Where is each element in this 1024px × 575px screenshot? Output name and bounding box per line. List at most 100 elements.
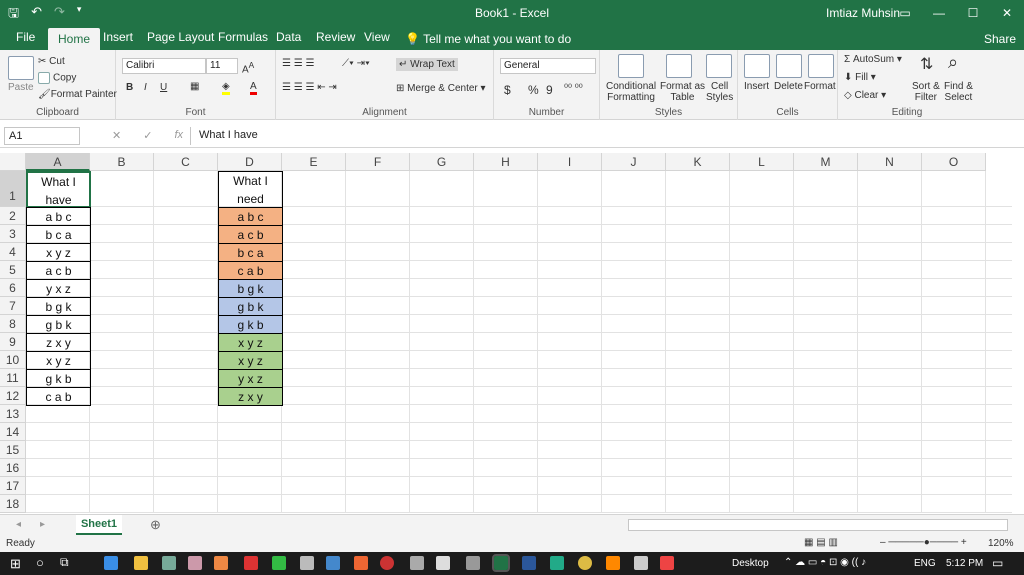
delete-cells-icon[interactable] xyxy=(776,54,802,78)
row-header[interactable]: 8 xyxy=(0,315,26,333)
cell-d6[interactable]: b g k xyxy=(218,279,283,298)
column-header[interactable]: G xyxy=(410,153,474,171)
cell-a12[interactable]: c a b xyxy=(26,387,91,406)
column-header[interactable]: O xyxy=(922,153,986,171)
column-header[interactable]: D xyxy=(218,153,282,171)
row-header[interactable]: 15 xyxy=(0,441,26,459)
bold-button[interactable]: B xyxy=(126,82,133,93)
find-select-button[interactable]: Find & Select xyxy=(944,81,973,103)
app-icon-12[interactable] xyxy=(550,556,564,570)
cell-a3[interactable]: b c a xyxy=(26,225,91,244)
cell-a9[interactable]: z x y xyxy=(26,333,91,352)
app-icon-9[interactable] xyxy=(380,556,394,570)
app-icon-8[interactable] xyxy=(354,556,368,570)
tab-review[interactable]: Review xyxy=(316,30,355,44)
format-painter-button[interactable]: 🖌Format Painter xyxy=(38,89,117,100)
row-header[interactable]: 6 xyxy=(0,279,26,297)
row-header[interactable]: 17 xyxy=(0,477,26,495)
sheet-tab-sheet1[interactable]: Sheet1 xyxy=(76,515,122,535)
copy-button[interactable]: Copy xyxy=(38,72,76,84)
column-header[interactable]: F xyxy=(346,153,410,171)
search-icon[interactable]: ○ xyxy=(36,555,44,570)
conditional-formatting-icon[interactable] xyxy=(618,54,644,78)
format-as-table-button[interactable]: Format as Table xyxy=(660,81,705,103)
conditional-formatting-button[interactable]: Conditional Formatting xyxy=(606,81,656,103)
close-button[interactable]: ✕ xyxy=(990,0,1024,26)
cell-styles-icon[interactable] xyxy=(706,54,732,78)
row-header[interactable]: 5 xyxy=(0,261,26,279)
app-icon-13[interactable] xyxy=(606,556,620,570)
column-header[interactable]: H xyxy=(474,153,538,171)
app-icon-15[interactable] xyxy=(660,556,674,570)
cell-d1[interactable]: What I need xyxy=(218,171,283,208)
column-header[interactable]: E xyxy=(282,153,346,171)
formula-input[interactable]: What I have xyxy=(190,127,1018,145)
task-view-icon[interactable]: ⧉ xyxy=(60,555,69,570)
app-icon-3[interactable] xyxy=(214,556,228,570)
insert-cells-button[interactable]: Insert xyxy=(744,81,769,92)
font-size-select[interactable]: 11 xyxy=(206,58,238,74)
word-icon[interactable] xyxy=(522,556,536,570)
row-header[interactable]: 12 xyxy=(0,387,26,405)
ribbon-display-icon[interactable]: ▭ xyxy=(888,0,922,26)
grow-font-button[interactable]: AA xyxy=(242,60,254,75)
tab-view[interactable]: View xyxy=(364,30,390,44)
cell-d8[interactable]: g k b xyxy=(218,315,283,334)
row-header[interactable]: 4 xyxy=(0,243,26,261)
row-header[interactable]: 2 xyxy=(0,207,26,225)
start-icon[interactable]: ⊞ xyxy=(10,556,21,572)
borders-icon[interactable]: ▦ xyxy=(190,81,199,92)
tab-insert[interactable]: Insert xyxy=(103,30,133,44)
file-explorer-icon[interactable] xyxy=(134,556,148,570)
app-icon-1[interactable] xyxy=(162,556,176,570)
zoom-level[interactable]: 120% xyxy=(988,538,1014,549)
top-align-icon[interactable]: ☰ ☰ ☰ xyxy=(282,58,314,69)
delete-cells-button[interactable]: Delete xyxy=(774,81,803,92)
cancel-icon[interactable]: ✕ xyxy=(112,129,121,142)
action-center-icon[interactable]: ▭ xyxy=(992,556,1003,570)
cell-d7[interactable]: g b k xyxy=(218,297,283,316)
row-header[interactable]: 7 xyxy=(0,297,26,315)
column-header[interactable]: L xyxy=(730,153,794,171)
enter-icon[interactable]: ✓ xyxy=(143,129,152,142)
italic-button[interactable]: I xyxy=(144,82,147,93)
cell-d10[interactable]: x y z xyxy=(218,351,283,370)
row-header[interactable]: 10 xyxy=(0,351,26,369)
align-left-icon[interactable]: ☰ ☰ ☰ ⇤ ⇥ xyxy=(282,82,337,93)
zoom-slider[interactable]: – ─────●──── + xyxy=(880,537,967,548)
fill-button[interactable]: ⬇ Fill ▾ xyxy=(844,72,876,83)
row-header[interactable]: 13 xyxy=(0,405,26,423)
cell-d12[interactable]: z x y xyxy=(218,387,283,406)
currency-button[interactable]: $ xyxy=(504,83,511,97)
edge-icon[interactable] xyxy=(104,556,118,570)
row-header[interactable]: 16 xyxy=(0,459,26,477)
font-color-icon[interactable]: A xyxy=(250,81,257,95)
cell-a11[interactable]: g k b xyxy=(26,369,91,388)
format-cells-icon[interactable] xyxy=(808,54,834,78)
format-cells-button[interactable]: Format xyxy=(804,81,836,92)
app-icon-7[interactable] xyxy=(326,556,340,570)
function-icon[interactable]: fx xyxy=(174,129,183,142)
cell-a7[interactable]: b g k xyxy=(26,297,91,316)
cell-a5[interactable]: a c b xyxy=(26,261,91,280)
row-header[interactable]: 11 xyxy=(0,369,26,387)
app-icon-11[interactable] xyxy=(466,556,480,570)
tab-file[interactable]: File xyxy=(16,30,35,44)
chrome-icon[interactable] xyxy=(578,556,592,570)
decimal-icon[interactable]: ⁰⁰ ⁰⁰ xyxy=(564,83,583,94)
tab-page-layout[interactable]: Page Layout xyxy=(147,30,214,44)
insert-cells-icon[interactable] xyxy=(744,54,770,78)
cell-d3[interactable]: a c b xyxy=(218,225,283,244)
app-icon-10[interactable] xyxy=(410,556,424,570)
paste-button[interactable]: Paste xyxy=(8,82,34,93)
share-button[interactable]: Share xyxy=(984,32,1016,46)
cell-a2[interactable]: a b c xyxy=(26,207,91,226)
calculator-icon[interactable] xyxy=(436,556,450,570)
column-header[interactable]: N xyxy=(858,153,922,171)
column-header[interactable]: K xyxy=(666,153,730,171)
wrap-text-button[interactable]: ↵ Wrap Text xyxy=(396,58,458,71)
fill-color-icon[interactable]: ◈ xyxy=(222,81,230,95)
column-header[interactable]: C xyxy=(154,153,218,171)
orientation-icon[interactable]: ⟋▾ ⇥▾ xyxy=(342,58,370,69)
tray-icons[interactable]: ⌃ ☁ ▭ ◓ ⊡ ◉ (( ♪ xyxy=(784,557,866,568)
